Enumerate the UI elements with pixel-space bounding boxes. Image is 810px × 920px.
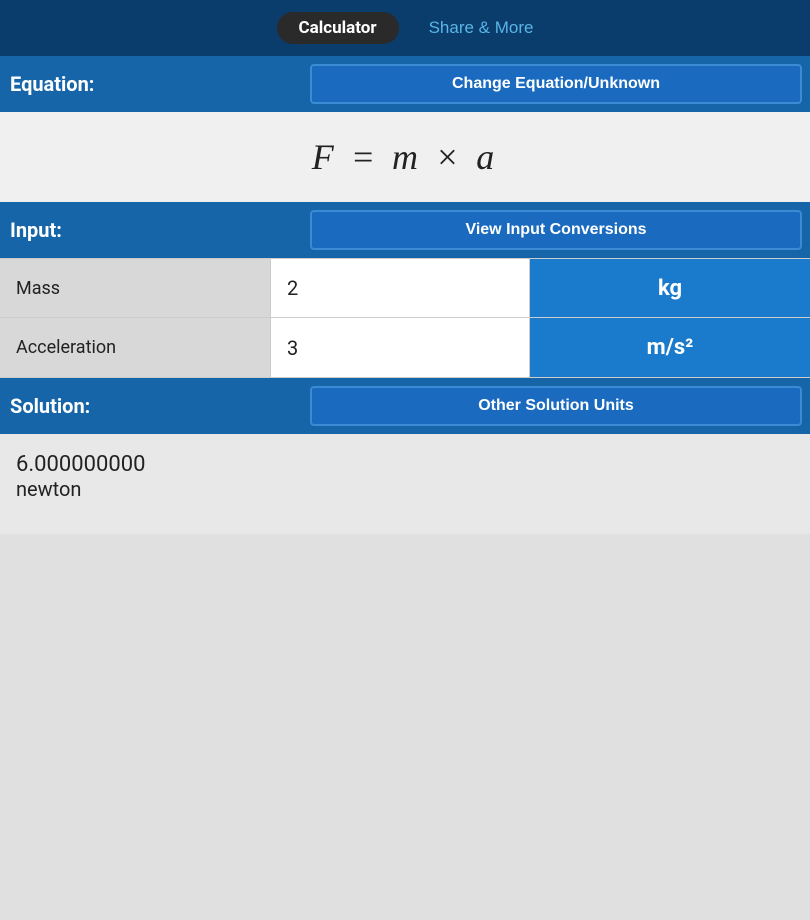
formula-area: F = m × a (0, 112, 810, 202)
bottom-area (0, 534, 810, 920)
tab-calculator[interactable]: Calculator (277, 12, 399, 44)
change-equation-button[interactable]: Change Equation/Unknown (310, 64, 802, 104)
table-row: Acceleration 3 m/s² (0, 318, 810, 378)
tab-share[interactable]: Share & More (429, 18, 534, 38)
input-table: Mass 2 kg Acceleration 3 m/s² (0, 258, 810, 378)
solution-header-row: Solution: Other Solution Units (0, 378, 810, 434)
equation-label: Equation: (0, 72, 310, 96)
solution-area: 6.000000000 newton (0, 434, 810, 534)
input-header-row: Input: View Input Conversions (0, 202, 810, 258)
input-label: Input: (0, 218, 310, 242)
view-input-conversions-button[interactable]: View Input Conversions (310, 210, 802, 250)
acceleration-value[interactable]: 3 (270, 318, 530, 377)
table-row: Mass 2 kg (0, 258, 810, 318)
mass-value[interactable]: 2 (270, 259, 530, 317)
formula-display: F = m × a (312, 136, 499, 178)
mass-label: Mass (0, 259, 270, 317)
solution-label: Solution: (0, 394, 310, 418)
header: Calculator Share & More (0, 0, 810, 56)
mass-unit-button[interactable]: kg (530, 259, 810, 317)
acceleration-unit-button[interactable]: m/s² (530, 318, 810, 377)
other-solution-units-button[interactable]: Other Solution Units (310, 386, 802, 426)
solution-unit: newton (16, 477, 794, 501)
acceleration-label: Acceleration (0, 318, 270, 377)
equation-row: Equation: Change Equation/Unknown (0, 56, 810, 112)
solution-value: 6.000000000 (16, 452, 794, 477)
